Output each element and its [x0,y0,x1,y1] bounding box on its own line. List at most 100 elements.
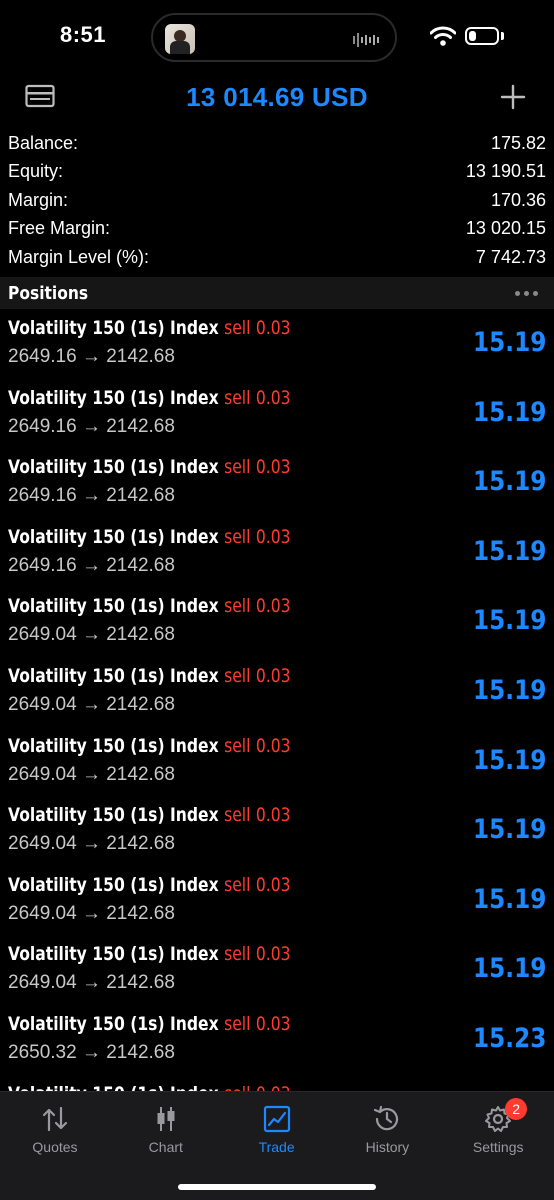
position-prices: 2649.16 → 2142.68 [8,346,175,367]
position-prices: 2649.16 → 2142.68 [8,554,175,576]
battery-cap [501,32,504,40]
tab-label: History [365,1139,410,1155]
position-row[interactable]: Volatility 150 (1s) Index sell 0.03 2649.… [0,518,554,588]
position-profit: 15.19 [472,466,546,498]
battery-icon [465,27,499,45]
position-symbol-line: Volatility 150 (1s) Index sell 0.03 [8,943,291,965]
summary-value: 7 742.73 [475,246,546,267]
dynamic-island[interactable] [151,13,397,62]
position-row[interactable]: Volatility 150 (1s) Index sell 0.03 2649.… [0,935,554,1005]
summary-label: Balance: [8,132,79,153]
position-symbol-line: Volatility 150 (1s) Index sell 0.03 [8,456,291,478]
position-prices: 2649.04 → 2142.68 [8,693,175,715]
account-summary: Balance: 175.82 Equity: 13 190.51 Margin: 170… [0,129,554,272]
now-playing-artwork [165,24,195,54]
trade-chart-icon [263,1105,290,1133]
tab-quotes[interactable]: Quotes [0,1092,110,1162]
position-symbol: Volatility 150 (1s) Index [8,804,219,827]
position-symbol: Volatility 150 (1s) Index [8,734,219,757]
position-profit: 15.19 [472,744,546,776]
tab-label: Trade [258,1139,295,1155]
position-symbol: Volatility 150 (1s) Index [8,595,219,618]
position-row[interactable]: Volatility 150 (1s) Index sell 0.03 2649.… [0,448,554,518]
positions-section-header: Positions [0,277,554,309]
tab-label: Chart [148,1139,183,1155]
position-profit: 15.19 [472,605,546,637]
position-row[interactable]: Volatility 150 (1s) Index sell 0.03 2649.… [0,379,554,449]
summary-row: Margin: 170.36 [0,186,554,215]
summary-row: Margin Level (%): 7 742.73 [0,243,554,272]
position-volume: 0.03 [255,804,291,827]
position-type: sell [224,734,251,757]
position-profit: 15.19 [472,953,546,985]
position-symbol: Volatility 150 (1s) Index [8,1083,219,1091]
position-volume: 0.03 [255,1012,291,1035]
position-row[interactable]: Volatility 150 (1s) Index sell 0.03 2650.… [0,1005,554,1075]
position-volume: 0.03 [256,1083,291,1091]
summary-value: 175.82 [490,132,546,153]
position-prices: 2649.04 → 2142.68 [8,972,175,994]
summary-label: Equity: [8,161,64,182]
position-prices: 2649.04 → 2142.68 [8,763,175,785]
position-row[interactable]: Volatility 150 (1s) Index sell 0.03 2649.… [0,587,554,657]
tab-label: Settings [472,1139,524,1155]
summary-value: 13 190.51 [465,161,546,182]
position-prices: 2649.04 → 2142.68 [8,833,175,855]
wifi-icon [430,26,456,46]
position-prices: 2649.04 → 2142.68 [8,624,175,646]
account-header: 13 014.69 USD [0,80,554,130]
history-clock-icon [374,1105,399,1131]
position-row[interactable]: Volatility 150 (1s) Index sell 0.03 2649.… [0,309,554,379]
position-volume: 0.03 [255,317,291,339]
position-symbol: Volatility 150 (1s) Index [8,943,219,966]
summary-label: Margin: [8,189,69,210]
position-volume: 0.03 [255,456,291,479]
summary-row: Free Margin: 13 020.15 [0,215,554,244]
summary-label: Free Margin: [8,218,111,239]
position-volume: 0.03 [255,734,291,757]
position-prices: 2649.16 → 2142.68 [8,415,175,437]
position-type: sell [224,943,251,966]
tab-history[interactable]: History [332,1092,442,1162]
tab-settings[interactable]: Settings 2 [443,1092,553,1162]
summary-row: Equity: 13 190.51 [0,158,554,187]
status-bar: 8:51 [0,0,554,80]
position-type: sell [224,1083,250,1091]
position-symbol-line: Volatility 150 (1s) Index sell 0.03 [8,387,291,409]
position-symbol: Volatility 150 (1s) Index [8,873,219,896]
position-symbol-line: Volatility 150 (1s) Index sell 0.03 [8,804,291,826]
position-row[interactable]: Volatility 150 (1s) Index sell 0.03 2649.… [0,727,554,797]
position-profit: 15.23 [472,1022,546,1054]
summary-row: Balance: 175.82 [0,129,554,158]
position-profit: 15.19 [472,535,546,567]
position-volume: 0.03 [255,664,291,687]
position-symbol-line: Volatility 150 (1s) Index sell 0.03 [8,595,291,617]
summary-value: 13 020.15 [465,218,546,239]
position-symbol: Volatility 150 (1s) Index [8,456,219,479]
position-type: sell [224,804,251,827]
position-type: sell [224,595,251,618]
position-profit: 15.19 [472,327,546,358]
tab-chart[interactable]: Chart [111,1092,221,1162]
position-volume: 0.03 [255,386,291,409]
position-row[interactable]: Volatility 150 (1s) Index sell 0.03 2649.… [0,796,554,866]
position-row[interactable]: Volatility 150 (1s) Index sell 0.03 [0,1075,554,1091]
positions-title: Positions [8,282,89,304]
position-row[interactable]: Volatility 150 (1s) Index sell 0.03 2649.… [0,866,554,936]
new-order-plus-icon[interactable] [500,84,526,110]
position-type: sell [224,386,251,409]
candlestick-icon [157,1107,175,1131]
position-row[interactable]: Volatility 150 (1s) Index sell 0.03 2649.… [0,657,554,727]
position-symbol: Volatility 150 (1s) Index [8,1012,219,1035]
more-options-icon[interactable] [515,290,538,296]
summary-label: Margin Level (%): [8,246,150,267]
position-volume: 0.03 [255,525,291,548]
position-profit: 15.19 [472,814,546,846]
tab-label: Quotes [32,1139,78,1155]
position-profit: 15.19 [472,674,546,706]
equity-title: 13 014.69 USD [186,82,368,112]
tab-trade[interactable]: Trade [222,1092,332,1162]
position-symbol-line: Volatility 150 (1s) Index sell 0.03 [8,874,291,896]
position-prices: 2650.32 → 2142.68 [8,1041,175,1063]
position-symbol-line: Volatility 150 (1s) Index sell 0.03 [8,735,291,757]
